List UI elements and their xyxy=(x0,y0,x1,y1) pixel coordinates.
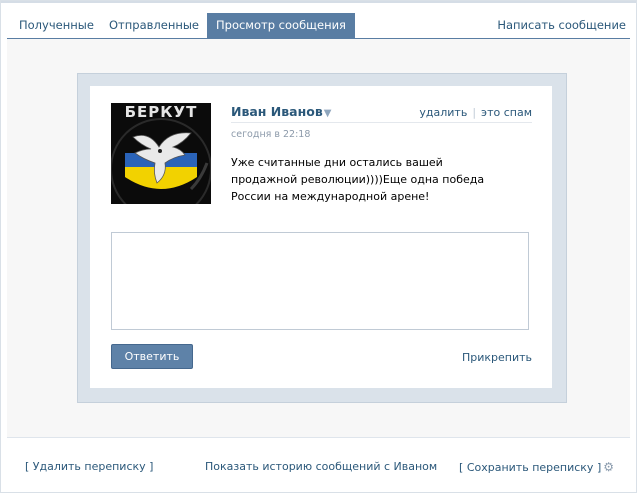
header-divider xyxy=(231,122,532,123)
delete-thread-link[interactable]: [ Удалить переписку ] xyxy=(25,460,153,473)
reply-button[interactable]: Ответить xyxy=(111,344,193,369)
gear-icon[interactable]: ⚙ xyxy=(603,460,614,474)
top-border xyxy=(1,1,636,3)
tab-compose[interactable]: Написать сообщение xyxy=(497,13,626,38)
message-box-frame: БЕРКУТ Иван Иванов▼ сегодня в 22:18 удал… xyxy=(77,73,567,403)
spam-link[interactable]: это спам xyxy=(481,106,532,119)
history-link[interactable]: Показать историю сообщений с Иваном xyxy=(205,460,437,473)
chevron-down-icon[interactable]: ▼ xyxy=(324,108,332,119)
avatar[interactable]: БЕРКУТ xyxy=(111,103,211,204)
reply-field[interactable] xyxy=(111,232,529,330)
attach-link[interactable]: Прикрепить xyxy=(462,351,532,364)
author-name[interactable]: Иван Иванов xyxy=(231,104,323,119)
save-thread-link[interactable]: [ Сохранить переписку ] xyxy=(459,461,601,474)
tab-view-message[interactable]: Просмотр сообщения xyxy=(207,13,355,38)
avatar-emblem: БЕРКУТ xyxy=(111,103,211,204)
message-content: БЕРКУТ Иван Иванов▼ сегодня в 22:18 удал… xyxy=(7,39,630,438)
author-link[interactable]: Иван Иванов▼ xyxy=(231,104,331,119)
message-window: Полученные Отправленные Просмотр сообщен… xyxy=(0,0,637,493)
message-actions: удалить | это спам xyxy=(419,106,532,119)
delete-link[interactable]: удалить xyxy=(419,106,467,119)
message-box: БЕРКУТ Иван Иванов▼ сегодня в 22:18 удал… xyxy=(90,86,552,388)
avatar-caption-text: БЕРКУТ xyxy=(125,103,198,121)
tab-received[interactable]: Полученные xyxy=(19,13,94,38)
tab-sent[interactable]: Отправленные xyxy=(109,13,199,38)
message-date: сегодня в 22:18 xyxy=(231,129,311,140)
tab-bar: Полученные Отправленные Просмотр сообщен… xyxy=(7,13,630,39)
save-thread-control: [ Сохранить переписку ] ⚙ xyxy=(459,460,614,474)
message-text: Уже считанные дни остались вашей продажн… xyxy=(231,156,485,203)
actions-separator: | xyxy=(472,106,477,119)
